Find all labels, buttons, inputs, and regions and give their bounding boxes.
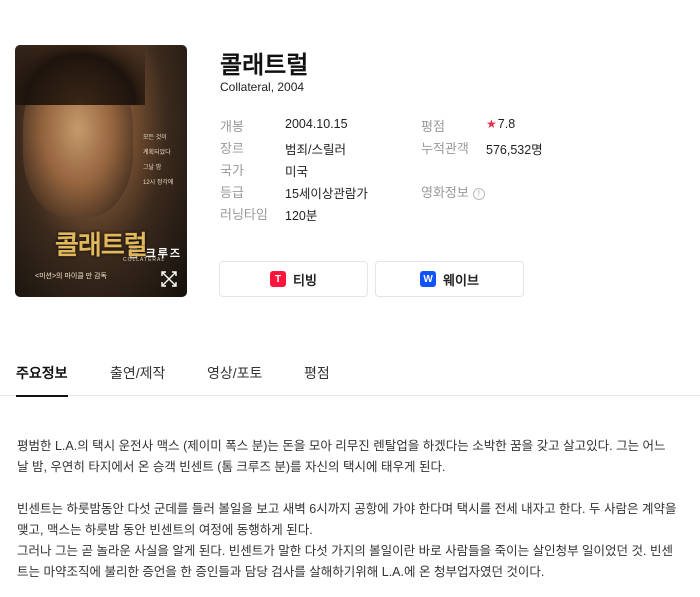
poster-side-line: 계획되었다	[143, 150, 171, 156]
star-icon: ★	[486, 117, 497, 131]
genre-value: 범죄/스릴러	[285, 143, 346, 157]
poster-hair-image	[15, 45, 145, 105]
wavve-label: 웨이브	[443, 272, 479, 288]
rating-grade-label: 등급	[220, 185, 244, 200]
tab-main-info[interactable]: 주요정보	[16, 363, 68, 397]
movie-info-label: 영화정보	[421, 185, 469, 200]
poster-title-en: COLLATERAL	[123, 257, 166, 263]
wavve-button[interactable]: W 웨이브	[375, 261, 524, 297]
detail-tabs: 주요정보 출연/제작 영상/포토 평점	[0, 360, 700, 397]
synopsis: 평범한 L.A.의 택시 운전사 맥스 (제이미 폭스 분)는 돈을 모아 리무…	[17, 436, 677, 583]
audience-label: 누적관객	[421, 141, 469, 156]
poster-tagline: <미션>의 마이클 만 감독	[35, 273, 107, 280]
release-value: 2004.10.15	[285, 117, 348, 131]
movie-title: 콜래트럴	[220, 52, 309, 79]
tab-reviews[interactable]: 평점	[304, 363, 330, 395]
wavve-logo-icon: W	[420, 271, 437, 287]
movie-info-label-wrap[interactable]: 영화정보!	[421, 182, 485, 201]
expand-icon[interactable]	[161, 271, 177, 287]
poster-side-line: 12시 정각에	[143, 180, 174, 186]
score-label: 평점	[421, 119, 445, 134]
synopsis-paragraph: 빈센트는 하룻밤동안 다섯 군데를 들러 볼일을 보고 새벽 6시까지 공항에 …	[17, 502, 677, 537]
runtime-label: 러닝타임	[220, 207, 268, 222]
release-label: 개봉	[220, 119, 244, 134]
country-label: 국가	[220, 163, 244, 178]
poster-side-line: 그날 밤	[143, 165, 162, 171]
poster-side-line: 모든 것이	[143, 135, 167, 141]
poster-side-text: 모든 것이 계획되었다 그날 밤 12시 정각에	[143, 131, 183, 191]
synopsis-paragraph: 그러나 그는 곧 놀라운 사실을 알게 된다. 빈센트가 말한 다섯 가지의 볼…	[17, 544, 673, 579]
tving-label: 티빙	[293, 272, 317, 288]
movie-poster[interactable]: 모든 것이 계획되었다 그날 밤 12시 정각에 톰 크루즈 콜래트럴 COLL…	[15, 45, 187, 297]
tab-video-photo[interactable]: 영상/포토	[207, 363, 262, 395]
genre-label: 장르	[220, 141, 244, 156]
synopsis-paragraph: 평범한 L.A.의 택시 운전사 맥스 (제이미 폭스 분)는 돈을 모아 리무…	[17, 439, 666, 474]
tving-logo-icon: T	[270, 271, 287, 287]
tving-button[interactable]: T 티빙	[219, 261, 368, 297]
audience-value: 576,532명	[486, 143, 543, 157]
rating-grade-value: 15세이상관람가	[285, 187, 368, 201]
runtime-value: 120분	[285, 209, 318, 223]
score-value-wrap: ★7.8	[486, 117, 515, 131]
country-value: 미국	[285, 165, 309, 179]
score-value: 7.8	[497, 117, 516, 131]
movie-subtitle: Collateral, 2004	[220, 80, 305, 94]
info-icon[interactable]: !	[472, 188, 485, 200]
tab-cast-crew[interactable]: 출연/제작	[110, 363, 165, 395]
